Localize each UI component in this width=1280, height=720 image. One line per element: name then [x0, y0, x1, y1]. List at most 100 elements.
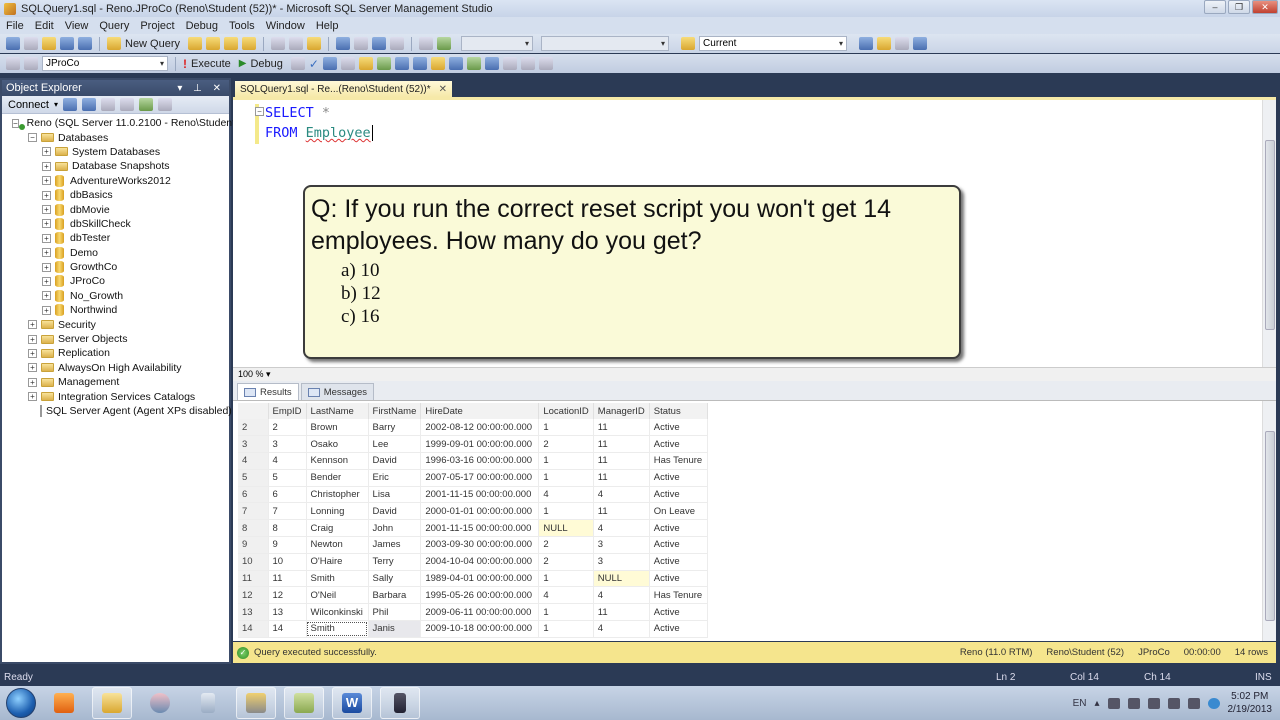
collapse-region-icon[interactable]: −	[255, 107, 264, 116]
sql-code[interactable]: SELECT * FROM Employee	[265, 103, 373, 143]
grid-cell[interactable]: 1	[538, 469, 594, 487]
monitor-icon[interactable]	[1107, 697, 1120, 709]
grid-cell[interactable]: Craig	[306, 519, 369, 538]
volume-icon[interactable]	[1147, 697, 1160, 709]
row-number[interactable]: 7	[238, 502, 269, 521]
expand-icon[interactable]: +	[28, 377, 37, 387]
row-number[interactable]: 6	[238, 486, 269, 504]
network-adapter-icon[interactable]	[1127, 697, 1140, 709]
expand-icon[interactable]: +	[42, 233, 51, 243]
grid-cell[interactable]: Has Tenure	[649, 586, 708, 605]
grid-cell[interactable]: John	[368, 519, 422, 538]
properties-icon[interactable]	[895, 37, 910, 50]
expand-icon[interactable]: +	[42, 291, 51, 301]
new-query-icon[interactable]	[107, 37, 121, 50]
expand-icon[interactable]: +	[42, 276, 51, 286]
grid-cell[interactable]: Janis	[368, 620, 422, 638]
grid-cell[interactable]: 11	[593, 419, 650, 437]
signal-icon[interactable]	[1187, 697, 1200, 709]
grid-cell[interactable]: 2009-10-18 00:00:00.000	[420, 620, 540, 638]
table-row[interactable]: 6 6 Christopher Lisa 2001-11-15 00:00:00.000…	[238, 486, 708, 504]
add-item-icon[interactable]	[24, 37, 38, 50]
expand-icon[interactable]: +	[42, 176, 51, 186]
tree-server-folder[interactable]: + Replication	[2, 346, 229, 360]
grid-cell[interactable]: Bender	[306, 469, 369, 487]
tree-db-folder[interactable]: + System Databases	[2, 145, 229, 159]
debug-target-combo[interactable]	[461, 36, 534, 51]
grid-cell[interactable]: 4	[593, 519, 650, 538]
network-globe-icon[interactable]	[1207, 697, 1220, 709]
grid-cell[interactable]: Active	[649, 469, 708, 487]
connect-icon[interactable]	[6, 57, 20, 70]
close-button[interactable]: ✕	[1252, 0, 1278, 14]
grid-cell[interactable]: Active	[649, 435, 708, 454]
grid-cell[interactable]: Christopher	[306, 486, 369, 504]
grid-cell[interactable]: 14	[268, 620, 307, 638]
tree-database[interactable]: + No_Growth	[2, 289, 229, 303]
restore-button[interactable]: ❐	[1228, 0, 1250, 14]
tab-results[interactable]: Results	[237, 383, 299, 400]
grid-cell[interactable]: Active	[649, 570, 708, 588]
grid-cell[interactable]: 8	[268, 519, 307, 538]
tree-server-folder[interactable]: + Server Objects	[2, 332, 229, 346]
grid-cell[interactable]: 13	[268, 603, 307, 622]
grid-cell[interactable]: 1	[538, 603, 594, 622]
taskbar-camera[interactable]	[380, 687, 420, 719]
increase-indent-icon[interactable]	[520, 57, 535, 70]
menu-file[interactable]: File	[6, 20, 24, 32]
editor-zoom[interactable]: 100 % ▾	[233, 367, 1276, 381]
row-number[interactable]: 13	[238, 603, 269, 622]
menu-query[interactable]: Query	[99, 20, 129, 32]
row-number[interactable]: 12	[238, 586, 269, 605]
grid-cell[interactable]: 1999-09-01 00:00:00.000	[420, 435, 540, 454]
table-row[interactable]: 3 3 Osako Lee 1999-09-01 00:00:00.000 2 11 Acti…	[238, 435, 708, 454]
table-row[interactable]: 10 10 O'Haire Terry 2004-10-04 00:00:00.000 2…	[238, 553, 708, 571]
start-button[interactable]	[6, 688, 36, 718]
xmla-query-icon[interactable]	[242, 37, 257, 50]
uncomment-icon[interactable]	[484, 57, 499, 70]
new-project-icon[interactable]	[6, 37, 20, 50]
results-to-grid-icon[interactable]	[430, 57, 445, 70]
editor-scrollbar[interactable]	[1262, 100, 1276, 367]
grid-cell[interactable]: Eric	[368, 469, 422, 487]
row-number[interactable]: 2	[238, 419, 269, 437]
grid-cell[interactable]: 9	[268, 536, 307, 554]
tree-agent-node[interactable]: SQL Server Agent (Agent XPs disabled)	[2, 404, 232, 418]
tree-databases-node[interactable]: − Databases	[2, 130, 229, 144]
grid-cell[interactable]: 2	[268, 419, 307, 437]
expand-icon[interactable]: +	[42, 219, 51, 229]
row-number[interactable]: 11	[238, 570, 269, 588]
grid-cell[interactable]: Phil	[368, 603, 422, 622]
column-header[interactable]: Status	[649, 403, 708, 419]
grid-cell[interactable]: 1995-05-26 00:00:00.000	[420, 586, 540, 605]
collapse-icon[interactable]: −	[12, 118, 19, 128]
grid-cell[interactable]: O'Neil	[306, 586, 369, 605]
cut-icon[interactable]	[271, 37, 286, 50]
grid-cell[interactable]: Barry	[368, 419, 422, 437]
intellisense-icon[interactable]	[358, 57, 373, 70]
grid-cell[interactable]: Lisa	[368, 486, 422, 504]
grid-cell[interactable]: 11	[593, 435, 650, 454]
start-debug-icon[interactable]	[437, 37, 452, 50]
open-file-icon[interactable]	[42, 37, 56, 50]
grid-cell[interactable]: On Leave	[649, 502, 708, 521]
expand-icon[interactable]: +	[28, 334, 37, 344]
tree-server-folder[interactable]: + Management	[2, 375, 229, 389]
row-number[interactable]: 14	[238, 620, 269, 638]
toolbox-icon[interactable]	[913, 37, 928, 50]
grid-cell[interactable]: Smith	[306, 570, 369, 588]
menu-help[interactable]: Help	[316, 20, 339, 32]
undo-icon[interactable]	[336, 37, 351, 50]
grid-cell[interactable]: 4	[593, 620, 650, 638]
language-indicator[interactable]: EN	[1073, 698, 1087, 709]
execute-button[interactable]: Execute	[191, 58, 231, 70]
taskbar-calculator[interactable]	[188, 687, 228, 719]
grid-cell[interactable]: Smith	[306, 620, 369, 638]
menu-project[interactable]: Project	[140, 20, 174, 32]
taskbar-media-player[interactable]	[44, 687, 84, 719]
grid-cell[interactable]: Active	[649, 419, 708, 437]
tree-server-folder[interactable]: + Integration Services Catalogs	[2, 389, 229, 403]
grid-cell[interactable]: 1	[538, 419, 594, 437]
table-row[interactable]: 11 11 Smith Sally 1989-04-01 00:00:00.000 1 NU…	[238, 570, 708, 588]
copy-icon[interactable]	[289, 37, 304, 50]
